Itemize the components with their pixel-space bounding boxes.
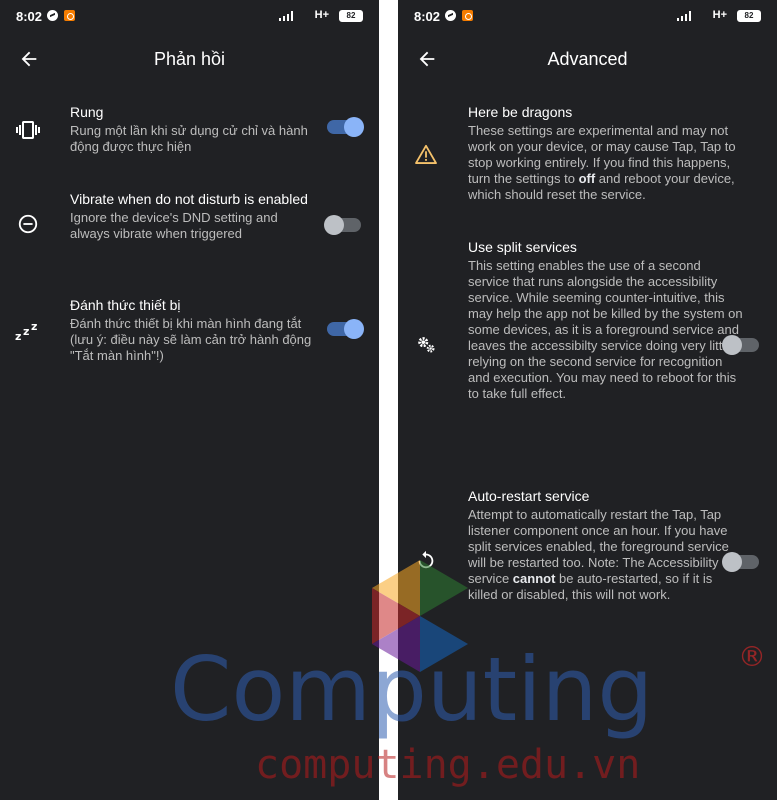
warning-icon (413, 141, 439, 167)
setting-auto-restart[interactable]: Auto-restart service Attempt to automati… (398, 487, 777, 637)
status-bar: 8:02 H+ 82 (398, 0, 777, 32)
setting-description: Attempt to automatically restart the Tap… (468, 507, 729, 602)
setting-vibrate[interactable]: Rung Rung một lần khi sử dụng cử chỉ và … (0, 103, 379, 163)
battery-icon: 82 (339, 10, 363, 22)
status-time: 8:02 (414, 9, 441, 24)
setting-description: Đánh thức thiết bị khi màn hình đang tắt… (70, 316, 312, 363)
page-title: Phản hồi (153, 49, 226, 69)
setting-split-services[interactable]: Use split services This setting enables … (398, 238, 777, 458)
status-bar: 8:02 H+ 82 (0, 0, 379, 32)
status-time: 8:02 (16, 9, 43, 24)
vibrate-toggle[interactable] (327, 117, 364, 137)
advanced-screen: 8:02 H+ 82 Advanced Here be dragons Thes… (398, 0, 777, 800)
app-bar: Phản hồi (0, 36, 379, 84)
app-notification-icon (462, 10, 473, 21)
setting-title: Vibrate when do not disturb is enabled (70, 191, 308, 207)
svg-text:z: z (23, 325, 29, 338)
signal-icon (279, 11, 295, 21)
app-bar: Advanced (398, 36, 777, 84)
restart-icon (413, 547, 439, 573)
setting-vibrate-dnd[interactable]: Vibrate when do not disturb is enabled I… (0, 190, 379, 266)
sleep-zzz-icon: z z z (15, 318, 41, 344)
setting-description: Ignore the device's DND setting and alwa… (70, 210, 278, 241)
setting-title: Đánh thức thiết bị (70, 297, 181, 313)
network-type: H+ (712, 9, 727, 21)
network-type: H+ (314, 9, 329, 21)
messenger-icon (47, 10, 58, 21)
setting-description: Rung một lần khi sử dụng cử chỉ và hành … (70, 123, 308, 154)
wake-device-toggle[interactable] (327, 319, 364, 339)
notice-title: Here be dragons (468, 104, 573, 120)
notice-description: These settings are experimental and may … (468, 123, 736, 202)
battery-icon: 82 (737, 10, 761, 22)
do-not-disturb-icon (15, 211, 41, 237)
gears-icon (413, 331, 439, 357)
split-services-toggle[interactable] (722, 335, 759, 355)
setting-description: This setting enables the use of a second… (468, 258, 743, 401)
setting-wake-device[interactable]: z z z Đánh thức thiết bị Đánh thức thiết… (0, 296, 379, 366)
signal-icon (677, 11, 693, 21)
page-title: Advanced (547, 49, 628, 69)
app-notification-icon (64, 10, 75, 21)
setting-title: Use split services (468, 239, 577, 255)
messenger-icon (445, 10, 456, 21)
svg-text:z: z (15, 330, 21, 342)
svg-text:z: z (31, 320, 37, 333)
setting-title: Auto-restart service (468, 488, 590, 504)
vibration-icon (15, 117, 41, 143)
warning-notice: Here be dragons These settings are exper… (398, 103, 777, 208)
feedback-screen: 8:02 H+ 82 Phản hồi Rung Rung một lần kh… (0, 0, 379, 800)
auto-restart-toggle[interactable] (722, 552, 759, 572)
setting-title: Rung (70, 104, 104, 120)
vibrate-dnd-toggle[interactable] (324, 215, 361, 235)
